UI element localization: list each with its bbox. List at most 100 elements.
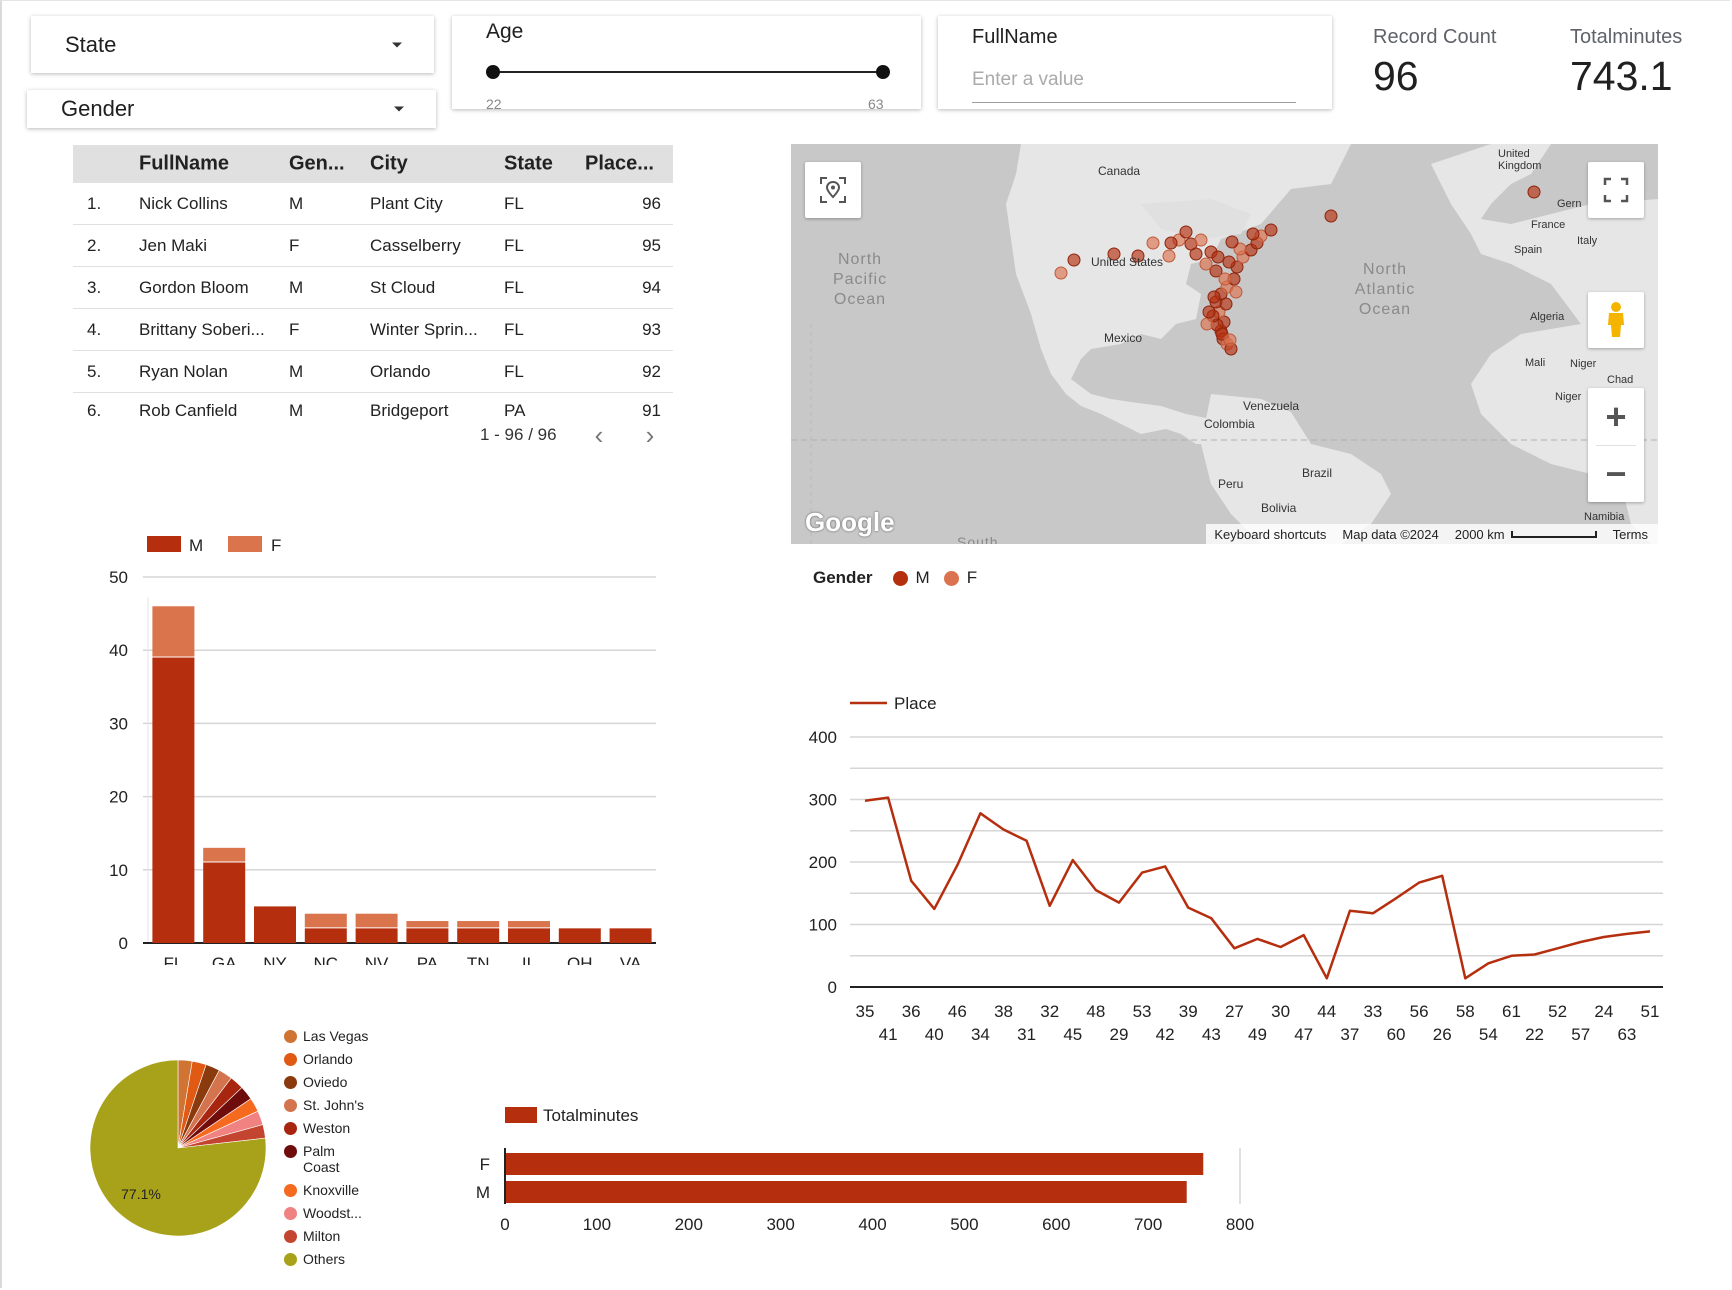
x-tick-label: 26 [1433,1025,1452,1044]
col-header-state[interactable]: State [504,153,553,176]
pie-legend-label: Oviedo [303,1074,348,1090]
keyboard-shortcuts-link[interactable]: Keyboard shortcuts [1214,527,1326,542]
fullname-filter-title: FullName [972,26,1058,48]
cell-state: FL [504,277,524,297]
cell-place: 96 [642,193,661,213]
age-slider-control: Age 22 63 [452,16,921,112]
table-row[interactable]: 3. Gordon Bloom M St Cloud FL 94 [73,267,673,309]
locate-button[interactable] [805,162,861,218]
cell-name: Nick Collins [139,193,228,213]
cell-idx: 2. [87,235,102,255]
terms-link[interactable]: Terms [1613,527,1648,542]
bar-m-FL [152,657,195,943]
map-gender-legend: Gender M F [813,568,977,588]
y-tick-label: 0 [828,978,837,997]
bar-f-PA [406,921,449,928]
geo-map[interactable]: Canada United States Mexico North Pacifi… [791,144,1658,544]
pie-legend-label: Orlando [303,1051,353,1067]
gender-dropdown[interactable]: Gender [27,90,436,128]
x-tick-label: 24 [1594,1002,1613,1021]
fullname-input[interactable]: Enter a value [972,66,1296,103]
map-scale: 2000 km [1455,527,1597,542]
x-tick-label: 0 [500,1215,509,1234]
prev-page-button[interactable]: ‹ [589,422,609,448]
age-slider-track[interactable] [486,65,890,79]
map-marker [1218,272,1232,286]
x-tick-label: 37 [1340,1025,1359,1044]
x-tick-label: 46 [948,1002,967,1021]
map-label-canada: Canada [1098,164,1141,178]
x-tick-label: 45 [1063,1025,1082,1044]
series-line-place [864,796,1651,980]
age-slider-max-handle[interactable] [876,65,890,79]
x-tick-label: 31 [1017,1025,1036,1044]
bar-M [506,1181,1187,1203]
street-view-button[interactable] [1588,292,1644,348]
zoom-out-button[interactable]: − [1605,446,1626,502]
table-row[interactable]: 2. Jen Maki F Casselberry FL 95 [73,225,673,267]
legend-label-f: F [271,536,281,555]
x-tick-label: 30 [1271,1002,1290,1021]
pie-legend-swatch [284,1099,297,1112]
table-row[interactable]: 4. Brittany Soberi... F Winter Sprin... FL 93 [73,309,673,351]
map-label-germany: Gern [1557,198,1582,210]
cell-gender: M [289,277,304,297]
x-tick-label: 54 [1479,1025,1498,1044]
map-legend-f: F [966,568,978,587]
state-dropdown[interactable]: State [31,16,434,73]
pie-legend-item: Oviedo [284,1074,404,1090]
next-page-button[interactable]: › [640,422,660,448]
cell-place: 92 [642,361,661,381]
age-min-value: 22 [486,96,502,112]
legend-label-place: Place [894,694,937,713]
age-slider-min-handle[interactable] [486,65,500,79]
x-tick-label: TN [467,954,490,965]
x-tick-label: 58 [1456,1002,1475,1021]
x-tick-label: NV [365,954,389,965]
col-header-fullname[interactable]: FullName [139,153,229,176]
table-header: FullName Gen... City State Place... [73,145,673,183]
map-marker [1222,255,1236,269]
col-header-gender[interactable]: Gen... [289,153,345,176]
fullscreen-button[interactable] [1588,162,1644,218]
map-marker [1162,249,1176,263]
pagination-label: 1 - 96 / 96 [480,425,557,444]
x-tick-label: 38 [994,1002,1013,1021]
results-table: FullName Gen... City State Place... 1. Ni… [73,145,673,429]
cell-idx: 6. [87,401,102,420]
record-count-label: Record Count [1373,26,1497,48]
cell-city: Bridgeport [370,401,449,420]
x-tick-label: 49 [1248,1025,1267,1044]
pie-legend-label: St. John's [303,1097,365,1113]
x-tick-label: 200 [675,1215,703,1234]
pie-legend-label: Woodst... [303,1205,362,1221]
state-gender-bar-chart: M F 0 10 20 30 40 50 FL GA NY NC NV PA TN IL OH VA [109,536,656,965]
y-tick-label: 200 [809,853,837,872]
map-marker [1164,236,1178,250]
cell-state: FL [504,235,524,255]
table-row[interactable]: 6. Rob Canfield M Bridgeport PA 91 [73,393,673,429]
y-tick-label: F [480,1155,490,1174]
col-header-city[interactable]: City [370,153,408,176]
x-tick-label: 51 [1641,1002,1660,1021]
cell-state: FL [504,361,524,381]
map-label-mexico: Mexico [1104,331,1143,345]
pie-legend-item: Las Vegas [284,1028,404,1044]
table-row[interactable]: 1. Nick Collins M Plant City FL 96 [73,183,673,225]
pie-legend-swatch [284,1230,297,1243]
pie-legend: Las Vegas Orlando Oviedo St. John's Weston Pa… [284,1028,404,1274]
map-label-nao: North Atlantic Ocean [1354,261,1416,318]
table-row[interactable]: 5. Ryan Nolan M Orlando FL 92 [73,351,673,393]
map-scale-label: 2000 km [1454,526,1505,542]
bar-F [506,1153,1204,1175]
zoom-in-button[interactable]: + [1605,389,1626,445]
map-marker [1146,236,1160,250]
map-data-attribution: Map data ©2024 [1342,526,1439,542]
x-tick-label: 44 [1317,1002,1336,1021]
x-tick-label: 27 [1225,1002,1244,1021]
north-america-land [1006,144,1351,444]
legend-swatch-totalminutes [505,1107,537,1123]
col-header-place[interactable]: Place... [585,153,654,176]
x-tick-label: 33 [1363,1002,1382,1021]
map-marker [1229,285,1243,299]
